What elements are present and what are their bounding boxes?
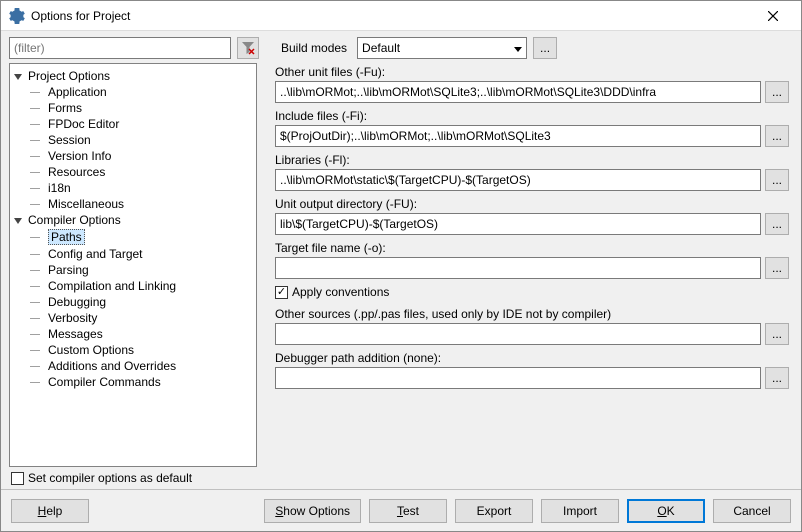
chevron-down-icon [514,41,522,55]
include-files-label: Include files (-Fi): [275,109,789,123]
libraries-label: Libraries (-Fl): [275,153,789,167]
help-rest: elp [46,504,62,518]
funnel-clear-icon [241,41,255,55]
debugger-path-label: Debugger path addition (none): [275,351,789,365]
build-modes-value: Default [362,41,400,55]
set-default-row: Set compiler options as default [9,467,793,489]
unit-output-dir-input[interactable] [275,213,761,235]
tree-item-label: Version Info [48,149,111,163]
tree-item[interactable]: Version Info [10,148,256,164]
window-title: Options for Project [31,9,753,23]
other-unit-files-browse-button[interactable]: ... [765,81,789,103]
close-icon [768,11,778,21]
tree-item-label: Application [48,85,107,99]
apply-conventions-label: Apply conventions [292,285,389,299]
tree-item-label: Miscellaneous [48,197,124,211]
build-modes-label: Build modes [281,41,347,55]
options-dialog: Options for Project Build modes Default … [0,0,802,532]
tree-item[interactable]: Verbosity [10,310,256,326]
tree-header-project-options[interactable]: Project Options [10,68,256,84]
tree-header-compiler-options[interactable]: Compiler Options [10,212,256,228]
filter-input[interactable] [9,37,231,59]
apply-conventions-checkbox[interactable] [275,286,288,299]
tree-item[interactable]: Parsing [10,262,256,278]
tree-item-label: Verbosity [48,311,97,325]
tree-item[interactable]: Compilation and Linking [10,278,256,294]
top-row: Build modes Default ... [9,37,793,59]
titlebar: Options for Project [1,1,801,31]
libraries-input[interactable] [275,169,761,191]
tree-item[interactable]: Miscellaneous [10,196,256,212]
tree-item[interactable]: Forms [10,100,256,116]
tree-group-project-options: Project Options Application Forms FPDoc Ed… [10,68,256,212]
mid-row: Project Options Application Forms FPDoc Ed… [9,63,793,467]
chevron-down-icon [14,69,26,83]
build-modes-combo[interactable]: Default [357,37,527,59]
other-sources-label: Other sources (.pp/.pas files, used only… [275,307,789,321]
tree-item-label: Messages [48,327,103,341]
import-button[interactable]: Import [541,499,619,523]
tree-item[interactable]: Resources [10,164,256,180]
target-filename-browse-button[interactable]: ... [765,257,789,279]
set-default-checkbox[interactable] [11,472,24,485]
target-filename-input[interactable] [275,257,761,279]
options-tree[interactable]: Project Options Application Forms FPDoc Ed… [9,63,257,467]
other-unit-files-label: Other unit files (-Fu): [275,65,789,79]
tree-item-label: Paths [48,229,85,245]
tree-item-label: Session [48,133,91,147]
tree-item[interactable]: Custom Options [10,342,256,358]
set-default-label: Set compiler options as default [28,471,192,485]
tree-item-label: Forms [48,101,82,115]
close-button[interactable] [753,2,793,30]
tree-item-label: i18n [48,181,71,195]
tree-item-label: FPDoc Editor [48,117,119,131]
tree-item-label: Parsing [48,263,89,277]
tree-item-label: Custom Options [48,343,134,357]
footer: Help Show Options Test Export Import OK … [1,489,801,531]
tree-item[interactable]: Config and Target [10,246,256,262]
tree-item-label: Additions and Overrides [48,359,176,373]
target-filename-label: Target file name (-o): [275,241,789,255]
tree-item[interactable]: FPDoc Editor [10,116,256,132]
tree-item[interactable]: Debugging [10,294,256,310]
cancel-button[interactable]: Cancel [713,499,791,523]
debugger-path-input[interactable] [275,367,761,389]
tree-item[interactable]: i18n [10,180,256,196]
ok-button[interactable]: OK [627,499,705,523]
include-files-input[interactable] [275,125,761,147]
help-button[interactable]: Help [11,499,89,523]
tree-group-compiler-options: Compiler Options Paths Config and Target P… [10,212,256,390]
paths-form: Other unit files (-Fu): ... Include file… [265,63,793,467]
test-button[interactable]: Test [369,499,447,523]
tree-item-label: Resources [48,165,105,179]
tree-item-label: Compilation and Linking [48,279,176,293]
tree-item[interactable]: Messages [10,326,256,342]
tree-item[interactable]: Application [10,84,256,100]
other-sources-browse-button[interactable]: ... [765,323,789,345]
tree-item-label: Config and Target [48,247,143,261]
debugger-path-browse-button[interactable]: ... [765,367,789,389]
tree-item[interactable]: Session [10,132,256,148]
clear-filter-button[interactable] [237,37,259,59]
tree-item[interactable]: Paths [10,228,256,246]
include-files-browse-button[interactable]: ... [765,125,789,147]
other-sources-input[interactable] [275,323,761,345]
unit-output-dir-label: Unit output directory (-FU): [275,197,789,211]
tree-item-label: Compiler Commands [48,375,161,389]
unit-output-dir-browse-button[interactable]: ... [765,213,789,235]
export-button[interactable]: Export [455,499,533,523]
tree-item-label: Debugging [48,295,106,309]
chevron-down-icon [14,213,26,227]
content-area: Build modes Default ... Project Options … [1,31,801,489]
tree-item[interactable]: Compiler Commands [10,374,256,390]
show-options-button[interactable]: Show Options [264,499,361,523]
tree-item[interactable]: Additions and Overrides [10,358,256,374]
build-modes-more-button[interactable]: ... [533,37,557,59]
gear-icon [9,8,25,24]
libraries-browse-button[interactable]: ... [765,169,789,191]
other-unit-files-input[interactable] [275,81,761,103]
